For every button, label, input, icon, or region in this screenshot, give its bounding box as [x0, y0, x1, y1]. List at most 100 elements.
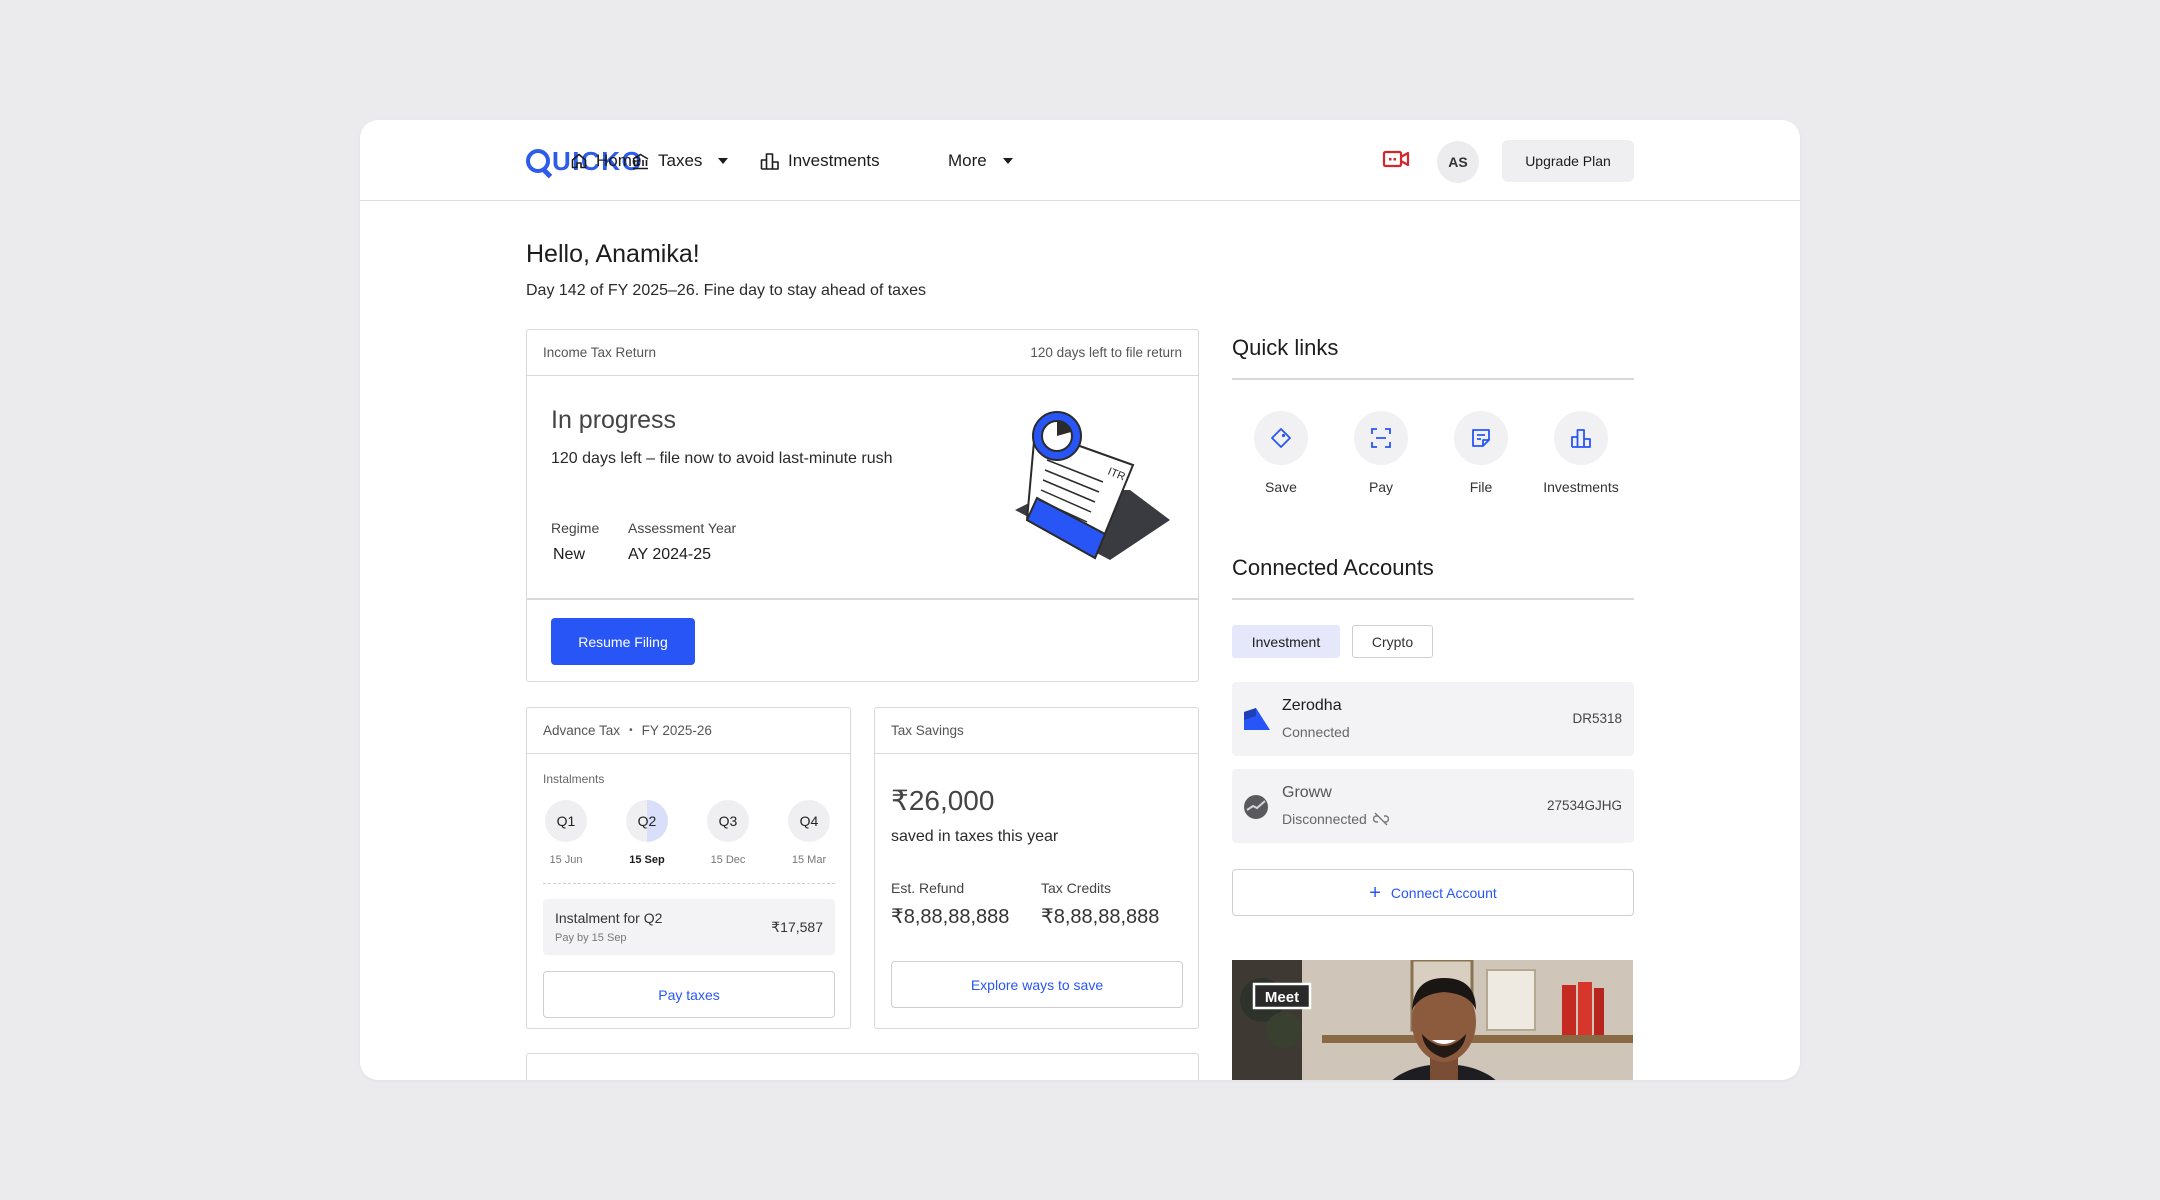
quick-link-file[interactable]: File: [1436, 411, 1526, 495]
account-zerodha[interactable]: Zerodha Connected DR5318: [1232, 682, 1634, 756]
instalment-date: 15 Jun: [549, 854, 583, 866]
account-name: Groww: [1282, 784, 1332, 801]
document-icon: [1472, 429, 1490, 447]
scan-icon: [1371, 428, 1391, 448]
regime-label: Regime: [551, 520, 600, 536]
instalment-title: Instalment for Q2: [555, 910, 663, 926]
advance-tax-card: Advance Tax • FY 2025-26 Instalments Q1 …: [526, 707, 851, 1029]
instalment-due: Pay by 15 Sep: [555, 932, 627, 944]
refund-value: ₹8,88,88,888: [891, 906, 1010, 928]
resume-filing-button[interactable]: Resume Filing: [551, 618, 695, 665]
account-groww[interactable]: Groww Disconnected 27534GJHG: [1232, 769, 1634, 843]
refund-label: Est. Refund: [891, 880, 965, 896]
video-call-button[interactable]: [1382, 148, 1410, 177]
quick-link-investments[interactable]: Investments: [1536, 411, 1626, 495]
tax-savings-title: Tax Savings: [891, 723, 964, 738]
bar-chart-icon: [1571, 429, 1591, 448]
chevron-down-icon: [718, 158, 729, 164]
zerodha-logo-icon: [1244, 708, 1270, 730]
divider: [1232, 378, 1634, 380]
quick-link-icon-wrap: [1254, 411, 1308, 465]
itr-description: 120 days left – file now to avoid last-m…: [551, 450, 893, 467]
instalment-circle: Q1: [545, 800, 587, 842]
itr-card-title: Income Tax Return: [543, 345, 657, 360]
meet-video-card[interactable]: Meet: [1232, 960, 1633, 1080]
credits-value: ₹8,88,88,888: [1041, 906, 1160, 928]
top-nav: UICKO Home Taxes Investments More AS Upg…: [360, 120, 1800, 201]
instalment-date: 15 Mar: [791, 854, 827, 866]
assessment-year-label: Assessment Year: [628, 520, 737, 536]
instalment-circle: Q2: [626, 800, 668, 842]
advance-tax-title: Advance Tax: [543, 723, 621, 738]
greeting-subtitle: Day 142 of FY 2025–26. Fine day to stay …: [526, 282, 926, 299]
instalment-circle: Q4: [788, 800, 830, 842]
savings-description: saved in taxes this year: [891, 828, 1059, 845]
bank-icon: [632, 153, 649, 169]
quick-link-save[interactable]: Save: [1236, 411, 1326, 495]
quick-link-icon-wrap: [1454, 411, 1508, 465]
quick-link-label: Save: [1265, 479, 1297, 495]
assessment-year-value: AY 2024-25: [628, 546, 712, 563]
nav-investments[interactable]: Investments: [760, 146, 880, 176]
account-id: DR5318: [1572, 711, 1622, 726]
instalment-q1[interactable]: Q1 15 Jun: [545, 800, 587, 866]
itr-document-illustration: ITR: [1015, 411, 1170, 560]
credits-label: Tax Credits: [1041, 880, 1112, 896]
greeting-title: Hello, Anamika!: [526, 240, 700, 268]
app-window: UICKO Home Taxes Investments More AS Upg…: [360, 120, 1800, 1080]
savings-amount: ₹26,000: [891, 785, 995, 816]
account-id: 27534GJHG: [1546, 798, 1622, 813]
upgrade-plan-button[interactable]: Upgrade Plan: [1502, 140, 1634, 182]
next-card: [526, 1053, 1199, 1080]
itr-card: Income Tax Return 120 days left to file …: [526, 329, 1199, 682]
unlink-icon: [1372, 812, 1389, 826]
instalment-circle: Q3: [707, 800, 749, 842]
account-status: Connected: [1282, 724, 1350, 740]
divider: [1232, 598, 1634, 600]
bar-chart-icon: [760, 153, 779, 170]
quick-link-label: Investments: [1543, 479, 1619, 495]
video-call-icon: [1382, 150, 1410, 168]
quick-link-label: Pay: [1368, 479, 1394, 495]
meet-video-thumbnail: Meet: [1232, 960, 1633, 1080]
nav-taxes[interactable]: Taxes: [631, 146, 729, 176]
instalments-label: Instalments: [543, 772, 605, 786]
current-instalment: Instalment for Q2 Pay by 15 Sep ₹17,587: [543, 899, 835, 955]
home-icon: [571, 153, 587, 169]
itr-status: In progress: [551, 406, 677, 434]
instalment-q4[interactable]: Q4 15 Mar: [788, 800, 830, 866]
quick-link-label: File: [1469, 479, 1493, 495]
tab-crypto[interactable]: Crypto: [1352, 625, 1433, 658]
meet-badge: Meet: [1265, 989, 1299, 1006]
advance-tax-fy: FY 2025-26: [641, 723, 712, 738]
instalment-q2[interactable]: Q2 15 Sep: [626, 800, 668, 866]
connect-account-button[interactable]: + Connect Account: [1232, 869, 1634, 916]
instalment-q3[interactable]: Q3 15 Dec: [707, 800, 749, 866]
connected-accounts-title: Connected Accounts: [1232, 555, 1434, 580]
chevron-down-icon: [1002, 158, 1013, 164]
itr-deadline: 120 days left to file return: [1030, 345, 1182, 360]
advance-tax-header: Advance Tax • FY 2025-26: [527, 708, 850, 754]
quick-link-icon-wrap: [1354, 411, 1408, 465]
logo-q-mark: [526, 149, 550, 173]
quick-link-icon-wrap: [1554, 411, 1608, 465]
instalment-date: 15 Dec: [710, 854, 746, 866]
tab-investment[interactable]: Investment: [1232, 625, 1340, 658]
regime-value: New: [553, 546, 586, 563]
quick-link-pay[interactable]: Pay: [1336, 411, 1426, 495]
explore-savings-button[interactable]: Explore ways to save: [891, 961, 1183, 1008]
connect-account-label: Connect Account: [1390, 884, 1497, 901]
tax-savings-header: Tax Savings: [875, 708, 1198, 754]
instalment-amount: ₹17,587: [771, 919, 823, 935]
user-avatar[interactable]: AS: [1437, 141, 1479, 183]
plus-icon: +: [1369, 881, 1381, 904]
instalment-date: 15 Sep: [629, 854, 665, 866]
quick-links-title: Quick links: [1232, 335, 1339, 360]
groww-logo-icon: [1244, 795, 1268, 819]
divider: [527, 598, 1198, 600]
pay-taxes-button[interactable]: Pay taxes: [543, 971, 835, 1018]
dashed-divider: [543, 883, 835, 884]
account-name: Zerodha: [1282, 697, 1342, 714]
nav-more[interactable]: More: [948, 146, 1013, 176]
account-status: Disconnected: [1282, 811, 1367, 827]
